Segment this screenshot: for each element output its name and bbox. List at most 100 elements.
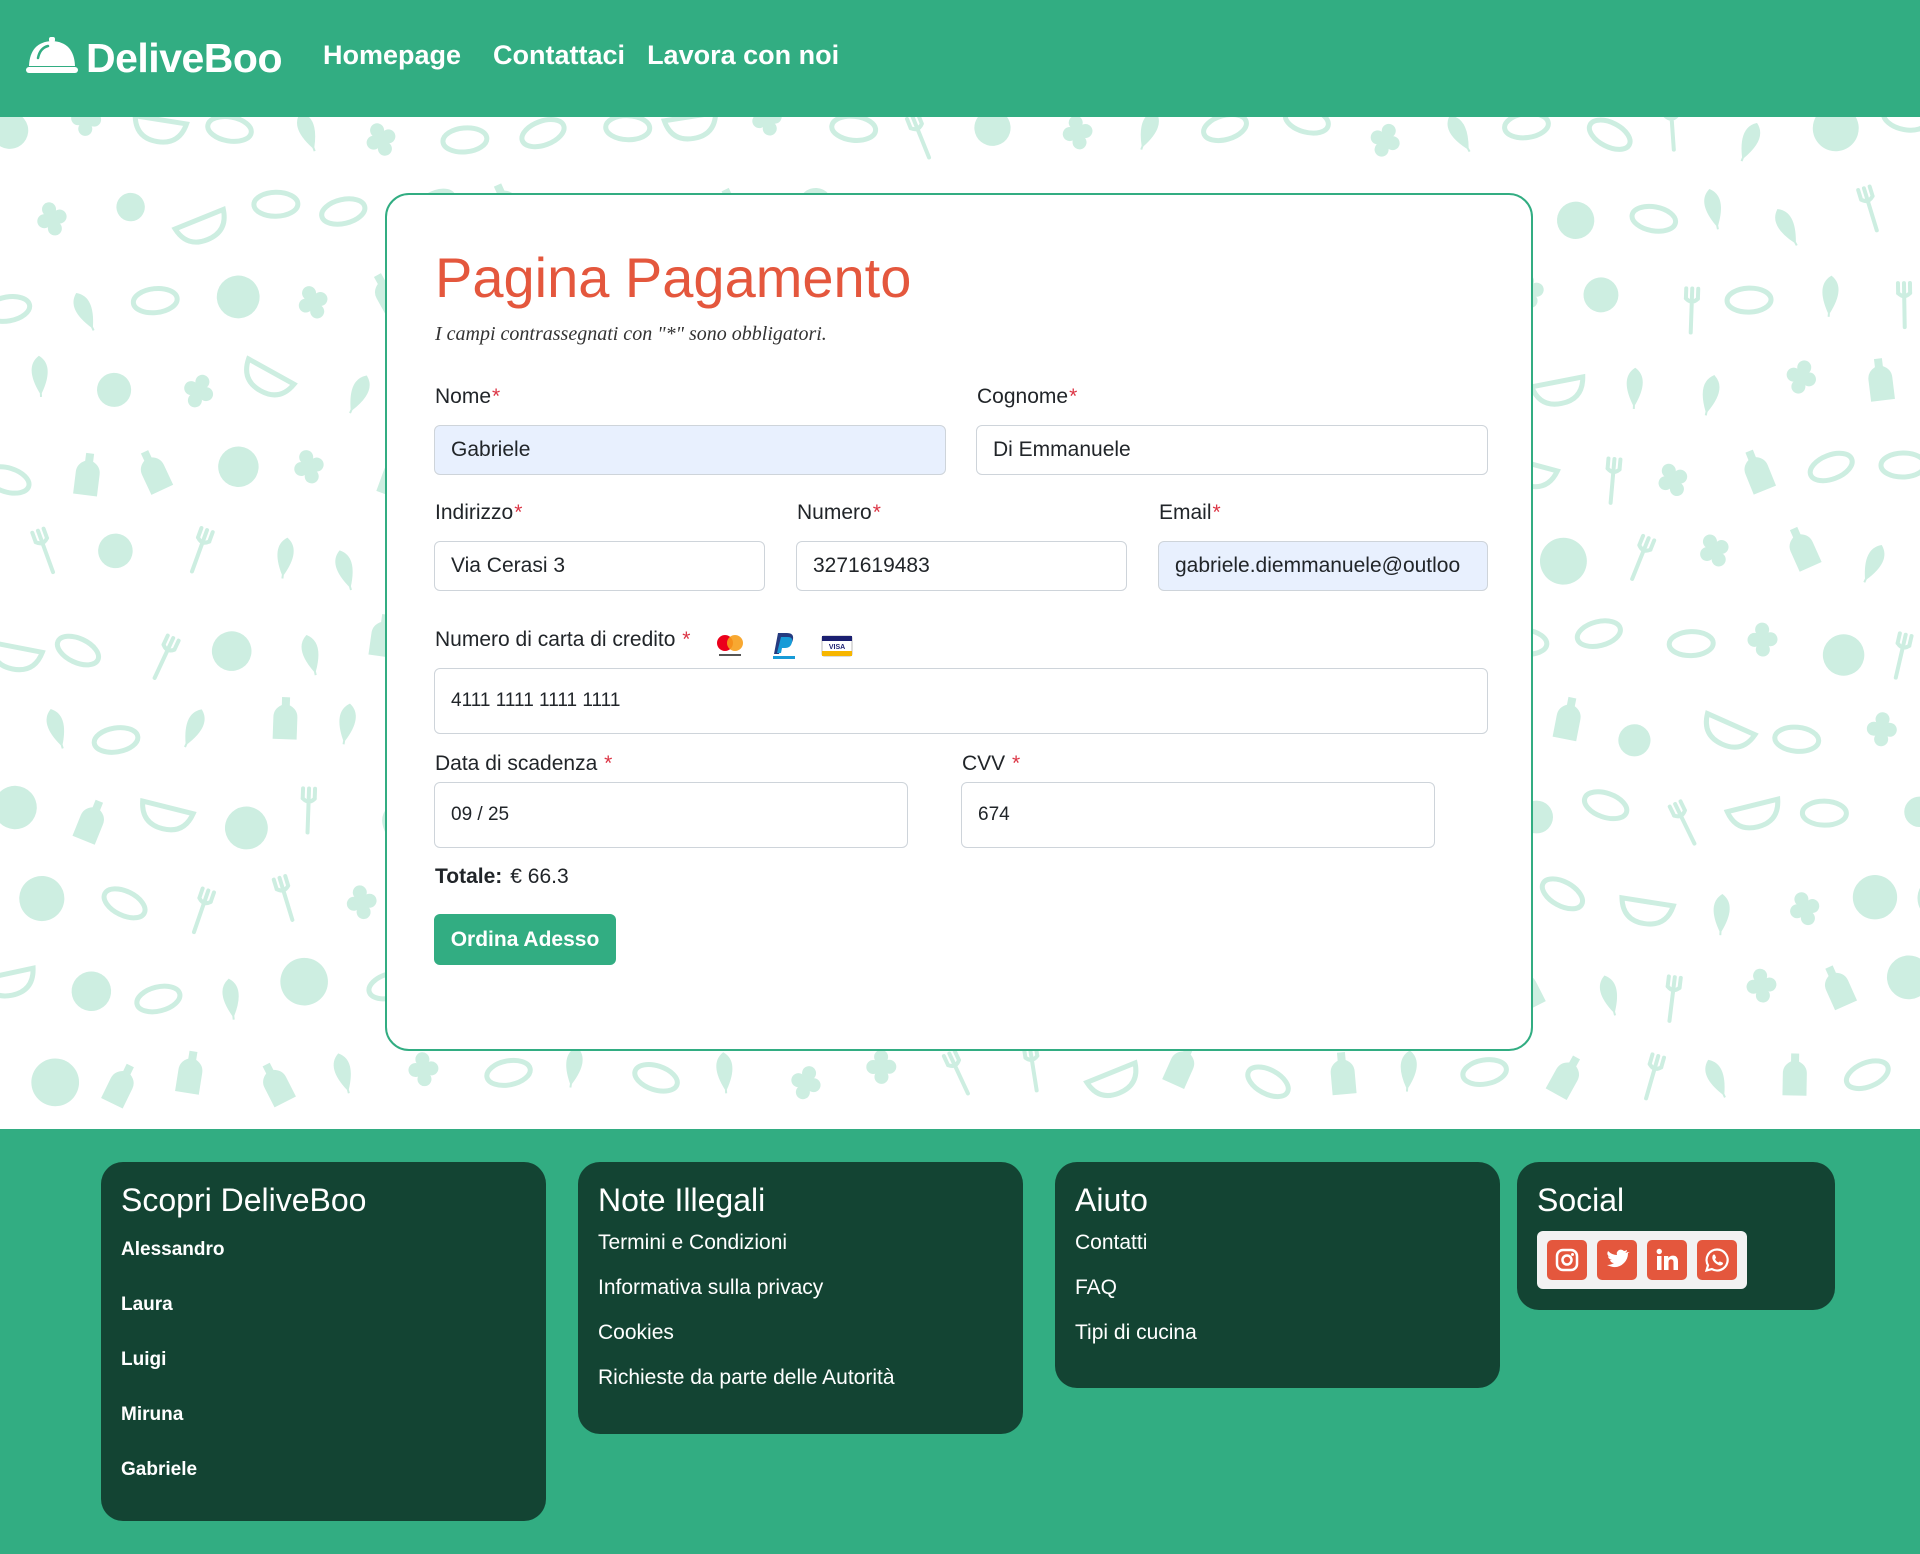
pattern-doodle xyxy=(1630,533,1657,581)
link-contatti[interactable]: Contatti xyxy=(1075,1231,1480,1255)
pattern-doodle xyxy=(218,446,259,487)
visa-icon: VISA xyxy=(821,635,853,662)
linkedin-icon[interactable] xyxy=(1647,1240,1687,1280)
cvv-label: CVV * xyxy=(962,752,1021,775)
footer-help-title: Aiuto xyxy=(1075,1182,1148,1218)
link-termini[interactable]: Termini e Condizioni xyxy=(598,1231,1003,1255)
pattern-doodle xyxy=(184,709,205,748)
pattern-doodle xyxy=(19,875,65,922)
credit-card-input[interactable] xyxy=(434,668,1488,734)
link-cookies[interactable]: Cookies xyxy=(598,1321,1003,1345)
team-member[interactable]: Miruna xyxy=(121,1404,526,1426)
cvv-input[interactable] xyxy=(961,782,1435,848)
pattern-doodle xyxy=(1626,367,1643,409)
brand-logo[interactable]: DeliveBoo xyxy=(26,35,283,81)
pattern-doodle xyxy=(1665,974,1683,1023)
pattern-doodle xyxy=(222,978,239,1020)
nav-lavora-con-noi[interactable]: Lavora con noi xyxy=(647,40,839,71)
carta-label: Numero di carta di credito * xyxy=(435,628,691,651)
pattern-doodle xyxy=(91,725,141,755)
link-faq[interactable]: FAQ xyxy=(1075,1276,1480,1300)
whatsapp-icon[interactable] xyxy=(1697,1240,1737,1280)
pattern-doodle xyxy=(189,526,215,574)
pattern-doodle xyxy=(408,1052,439,1087)
site-header: DeliveBoo Homepage Contattaci Lavora con… xyxy=(0,0,1920,117)
email-input[interactable] xyxy=(1158,541,1488,591)
nome-input[interactable] xyxy=(434,425,946,475)
pattern-doodle xyxy=(37,202,67,236)
pattern-doodle xyxy=(603,117,653,143)
pattern-doodle xyxy=(1545,1055,1581,1100)
pattern-doodle xyxy=(1724,285,1774,315)
pattern-doodle xyxy=(224,806,268,850)
pattern-doodle xyxy=(46,709,65,749)
indirizzo-input[interactable] xyxy=(434,541,765,591)
pattern-doodle xyxy=(1799,798,1849,828)
pattern-doodle xyxy=(632,1062,680,1094)
pattern-doodle xyxy=(566,1046,583,1088)
pattern-doodle xyxy=(1702,375,1720,416)
pattern-doodle xyxy=(30,526,56,575)
pattern-doodle xyxy=(866,1049,897,1084)
pattern-doodle xyxy=(262,1062,296,1108)
pattern-doodle xyxy=(140,797,197,833)
nav-contattaci[interactable]: Contattaci xyxy=(493,40,625,71)
pattern-doodle xyxy=(1700,534,1729,567)
nav-homepage[interactable]: Homepage xyxy=(323,40,461,71)
pattern-doodle xyxy=(1843,1058,1891,1092)
payment-form-card: Pagina Pagamento I campi contrassegnati … xyxy=(385,193,1533,1051)
pattern-doodle xyxy=(791,1066,821,1100)
team-member[interactable]: Luigi xyxy=(121,1349,526,1371)
team-member[interactable]: Laura xyxy=(121,1294,526,1316)
cognome-label: Cognome* xyxy=(977,385,1078,408)
twitter-icon[interactable] xyxy=(1597,1240,1637,1280)
link-privacy[interactable]: Informativa sulla privacy xyxy=(598,1276,1003,1300)
pattern-doodle xyxy=(1746,968,1777,1003)
cognome-input[interactable] xyxy=(976,425,1488,475)
pattern-doodle xyxy=(0,965,36,999)
pattern-doodle xyxy=(1528,373,1586,407)
instagram-icon[interactable] xyxy=(1547,1240,1587,1280)
footer-discover-title: Scopri DeliveBoo xyxy=(121,1182,367,1218)
team-member[interactable]: Alessandro xyxy=(121,1239,526,1261)
pattern-doodle xyxy=(1852,875,1898,920)
pattern-doodle xyxy=(1599,975,1617,1016)
pattern-doodle xyxy=(366,123,396,156)
pattern-doodle xyxy=(71,117,102,136)
cloche-icon xyxy=(26,36,78,81)
pattern-doodle xyxy=(1583,277,1619,313)
numero-input[interactable] xyxy=(796,541,1127,591)
pattern-doodle xyxy=(1744,449,1777,495)
svg-text:VISA: VISA xyxy=(829,644,845,651)
pattern-doodle xyxy=(1917,875,1920,921)
pattern-doodle xyxy=(1062,117,1093,150)
pattern-doodle xyxy=(1786,360,1816,394)
site-footer: Scopri DeliveBoo Alessandro Laura Luigi … xyxy=(0,1129,1920,1554)
pattern-doodle xyxy=(1581,789,1630,822)
pattern-doodle xyxy=(335,550,353,591)
pattern-doodle xyxy=(1586,117,1633,152)
pattern-doodle xyxy=(132,117,190,145)
pattern-doodle xyxy=(130,285,180,316)
indirizzo-label: Indirizzo* xyxy=(435,501,523,524)
payment-icons: VISA xyxy=(713,631,853,666)
pattern-doodle xyxy=(519,117,567,150)
pattern-doodle xyxy=(1812,117,1859,152)
scadenza-label: Data di scadenza * xyxy=(435,752,613,775)
pattern-doodle xyxy=(1790,892,1820,926)
pattern-doodle xyxy=(205,117,254,144)
pattern-doodle xyxy=(752,117,782,136)
pattern-doodle xyxy=(1703,710,1759,750)
link-tipi-cucina[interactable]: Tipi di cucina xyxy=(1075,1321,1480,1345)
pattern-doodle xyxy=(1856,184,1879,233)
link-autorita[interactable]: Richieste da parte delle Autorità xyxy=(598,1366,1003,1390)
pattern-doodle xyxy=(941,1049,970,1096)
team-member[interactable]: Gabriele xyxy=(121,1459,526,1481)
pattern-doodle xyxy=(244,355,298,398)
order-now-button[interactable]: Ordina Adesso xyxy=(434,914,616,965)
pattern-doodle xyxy=(1886,955,1920,1000)
expiry-date-input[interactable] xyxy=(434,782,908,848)
pattern-doodle xyxy=(484,1057,533,1088)
pattern-doodle xyxy=(171,206,227,245)
pattern-doodle xyxy=(1400,1050,1417,1092)
